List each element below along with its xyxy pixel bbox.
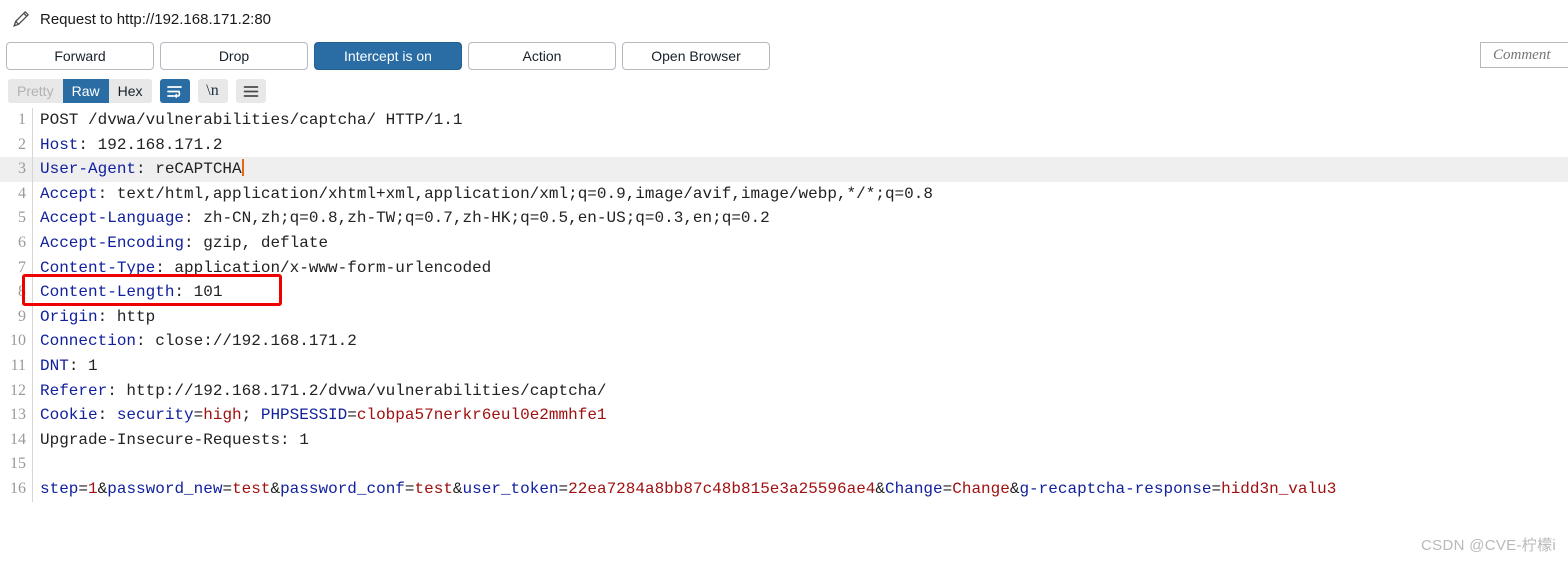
line-content: Accept-Language: zh-CN,zh;q=0.8,zh-TW;q=…: [40, 209, 770, 228]
line-number: 7: [18, 258, 26, 276]
forward-button[interactable]: Forward: [6, 42, 154, 70]
line-number: 8: [18, 283, 26, 301]
code-line[interactable]: 7 Content-Type: application/x-www-form-ur…: [0, 255, 1568, 281]
line-content: Upgrade-Insecure-Requests: 1: [40, 430, 309, 449]
line-number: 14: [10, 430, 26, 448]
code-line[interactable]: 9 Origin: http: [0, 304, 1568, 330]
line-content: Cookie: security=high; PHPSESSID=clobpa5…: [40, 406, 607, 425]
code-line[interactable]: 4 Accept: text/html,application/xhtml+xml…: [0, 181, 1568, 207]
line-content: Accept: text/html,application/xhtml+xml,…: [40, 184, 933, 203]
intercept-toggle-button[interactable]: Intercept is on: [314, 42, 462, 70]
code-line[interactable]: 16 step=1&password_new=test&password_conf…: [0, 476, 1568, 502]
code-line[interactable]: 6 Accept-Encoding: gzip, deflate: [0, 230, 1568, 256]
line-number: 9: [18, 307, 26, 325]
line-number: 2: [18, 135, 26, 153]
request-code-lines: 1 POST /dvwa/vulnerabilities/captcha/ HTT…: [0, 108, 1568, 502]
gutter-divider: [32, 452, 33, 477]
code-line[interactable]: 10 Connection: close://192.168.171.2: [0, 329, 1568, 354]
code-line[interactable]: 12 Referer: http://192.168.171.2/dvwa/vul…: [0, 378, 1568, 404]
code-line[interactable]: 3 User-Agent: reCAPTCHA: [0, 157, 1568, 182]
open-browser-button[interactable]: Open Browser: [622, 42, 770, 70]
line-content: DNT: 1: [40, 356, 98, 375]
code-line[interactable]: 5 Accept-Language: zh-CN,zh;q=0.8,zh-TW;q…: [0, 206, 1568, 231]
tab-pretty[interactable]: Pretty: [8, 79, 63, 103]
line-content: Origin: http: [40, 307, 156, 326]
line-number: 11: [10, 356, 26, 374]
line-number: 3: [18, 160, 26, 178]
action-button[interactable]: Action: [468, 42, 616, 70]
intercept-action-bar: Forward Drop Intercept is on Action Open…: [0, 38, 1568, 74]
line-number: 15: [10, 455, 26, 473]
code-line[interactable]: 13 Cookie: security=high; PHPSESSID=clobp…: [0, 403, 1568, 428]
code-line[interactable]: 8 Content-Length: 101: [0, 280, 1568, 305]
drop-button[interactable]: Drop: [160, 42, 308, 70]
code-line[interactable]: 14 Upgrade-Insecure-Requests: 1: [0, 427, 1568, 453]
code-line[interactable]: 11 DNT: 1: [0, 353, 1568, 379]
watermark: CSDN @CVE-柠檬i: [1421, 537, 1556, 554]
request-editor[interactable]: 1 POST /dvwa/vulnerabilities/captcha/ HTT…: [0, 108, 1568, 550]
line-content: step=1&password_new=test&password_conf=t…: [40, 479, 1337, 498]
line-content: Content-Length: 101: [40, 283, 223, 302]
line-content: Referer: http://192.168.171.2/dvwa/vulne…: [40, 381, 607, 400]
view-mode-segmented-control: Pretty Raw Hex: [8, 79, 152, 103]
comment-input[interactable]: [1491, 45, 1568, 65]
pencil-icon: [8, 6, 34, 32]
code-line[interactable]: 2 Host: 192.168.171.2: [0, 132, 1568, 158]
code-line[interactable]: 15: [0, 452, 1568, 477]
newline-icon[interactable]: \n: [197, 79, 228, 103]
text-caret: [241, 159, 244, 177]
line-content: POST /dvwa/vulnerabilities/captcha/ HTTP…: [40, 111, 463, 129]
message-view-toolbar: Pretty Raw Hex \n: [0, 74, 1568, 108]
comment-field-wrapper[interactable]: [1480, 42, 1568, 68]
word-wrap-icon[interactable]: [159, 79, 190, 103]
line-content: Accept-Encoding: gzip, deflate: [40, 233, 329, 252]
window-titlebar: Request to http://192.168.171.2:80: [0, 0, 1568, 38]
line-number: 4: [18, 184, 26, 202]
line-content: User-Agent: reCAPTCHA: [40, 159, 244, 179]
line-number: 6: [18, 233, 26, 251]
line-number: 1: [18, 111, 26, 128]
page-title: Request to http://192.168.171.2:80: [40, 10, 272, 28]
code-line[interactable]: 1 POST /dvwa/vulnerabilities/captcha/ HTT…: [0, 108, 1568, 133]
line-content: Connection: close://192.168.171.2: [40, 332, 357, 351]
line-number: 13: [10, 406, 26, 424]
line-number: 10: [10, 332, 26, 350]
line-number: 16: [10, 479, 26, 497]
line-content: Host: 192.168.171.2: [40, 135, 223, 154]
tab-raw[interactable]: Raw: [62, 79, 109, 103]
hamburger-menu-icon[interactable]: [235, 79, 266, 103]
line-content: Content-Type: application/x-www-form-url…: [40, 258, 492, 277]
tab-hex[interactable]: Hex: [108, 79, 152, 103]
line-number: 12: [10, 381, 26, 399]
line-number: 5: [18, 209, 26, 227]
